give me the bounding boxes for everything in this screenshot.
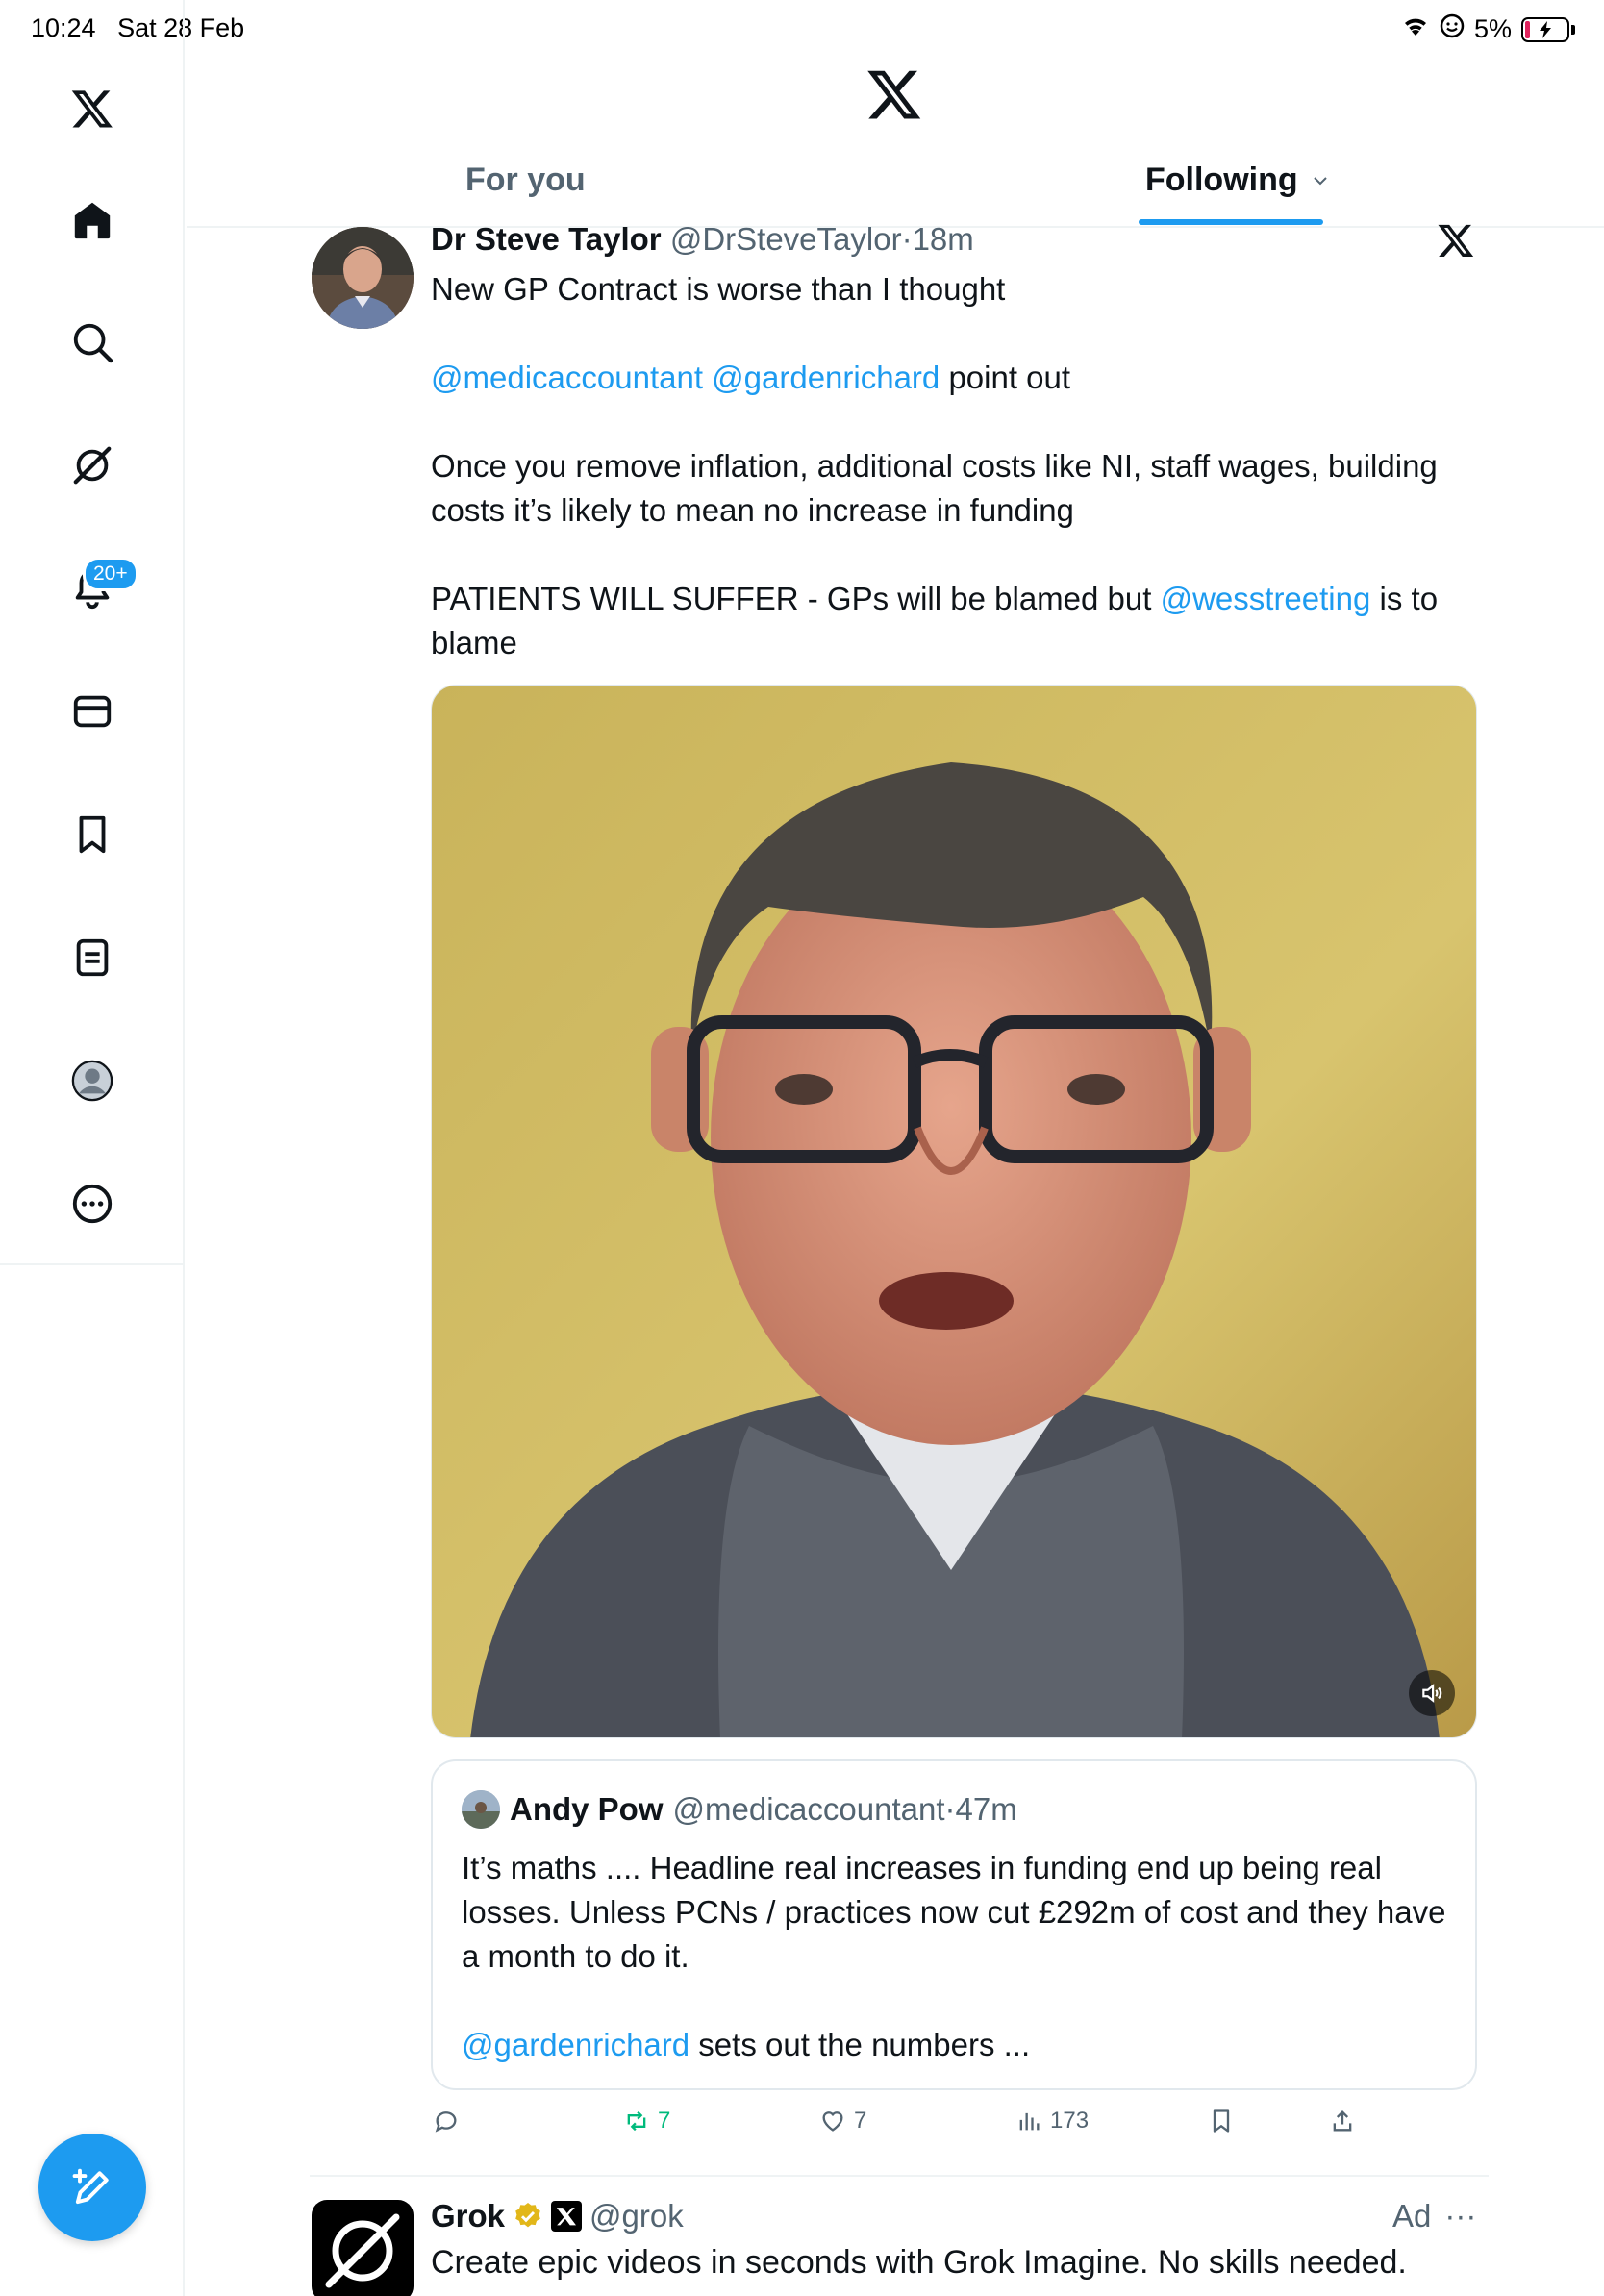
mention-link[interactable]: @medicaccountant bbox=[431, 360, 703, 395]
ad-label-group: Ad ··· bbox=[1392, 2198, 1476, 2234]
verified-badge-icon bbox=[515, 2203, 540, 2228]
quoted-author-name[interactable]: Andy Pow bbox=[510, 1791, 664, 1828]
lists-icon[interactable] bbox=[63, 929, 121, 986]
compose-icon bbox=[72, 2168, 109, 2205]
ad-author-handle[interactable]: @grok bbox=[589, 2198, 684, 2234]
compose-button[interactable] bbox=[38, 2134, 146, 2241]
author-line: Dr Steve Taylor @DrSteveTaylor·18m bbox=[431, 221, 974, 258]
share-icon bbox=[1333, 2110, 1352, 2132]
bookmarks-icon[interactable] bbox=[63, 806, 121, 863]
repost-count: 7 bbox=[658, 2108, 671, 2134]
x-grok-icon[interactable] bbox=[1437, 221, 1479, 263]
ad-author-name[interactable]: Grok bbox=[431, 2198, 505, 2234]
tweet-line: @medicaccountant @gardenrichard point ou… bbox=[431, 360, 1071, 395]
tweet-spacer bbox=[431, 312, 1489, 356]
more-icon[interactable] bbox=[63, 1175, 121, 1233]
repost-button[interactable]: 7 bbox=[623, 2108, 670, 2134]
tweet-actions: 7 7 173 bbox=[431, 2108, 1489, 2146]
ad-body: Create epic videos in seconds with Grok … bbox=[431, 2244, 1407, 2281]
heart-icon bbox=[822, 2111, 843, 2132]
views-button[interactable]: 173 bbox=[1015, 2108, 1089, 2134]
grok-icon[interactable] bbox=[63, 437, 121, 494]
wifi-icon bbox=[1401, 14, 1430, 44]
separator-dot: · bbox=[901, 221, 913, 257]
author-avatar[interactable] bbox=[312, 227, 414, 329]
tweet-line: Once you remove inflation, additional co… bbox=[431, 448, 1438, 528]
quoted-tweet-spacer bbox=[462, 1979, 1452, 2023]
profile-avatar-icon[interactable] bbox=[63, 1052, 121, 1110]
tab-following[interactable]: Following bbox=[1145, 162, 1329, 199]
volume-button[interactable] bbox=[1409, 1670, 1455, 1716]
volume-icon bbox=[1422, 1684, 1442, 1703]
battery-tip bbox=[1571, 24, 1575, 35]
x-affiliate-icon bbox=[551, 2201, 583, 2232]
bookmark-button[interactable] bbox=[1208, 2108, 1235, 2134]
more-options-icon[interactable]: ··· bbox=[1444, 2198, 1476, 2234]
quoted-tweet[interactable]: Andy Pow @medicaccountant·47m It’s maths… bbox=[431, 1759, 1477, 2090]
chevron-down-icon bbox=[1313, 176, 1327, 185]
tweet-spacer bbox=[431, 533, 1489, 577]
bookmark-icon bbox=[1213, 2109, 1230, 2133]
battery-icon bbox=[1521, 16, 1569, 42]
quoted-tweet-line: It’s maths .... Headline real increases … bbox=[462, 1850, 1446, 1974]
mention-link[interactable]: @wesstreeting bbox=[1161, 581, 1371, 616]
tweet-time[interactable]: 18m bbox=[913, 221, 974, 257]
tweet-spacer bbox=[431, 400, 1489, 444]
grok-avatar[interactable] bbox=[312, 2200, 414, 2296]
battery-percent: 5% bbox=[1473, 14, 1512, 43]
quoted-author-line: Andy Pow @medicaccountant·47m bbox=[462, 1790, 1017, 1829]
tweet-video[interactable] bbox=[431, 685, 1477, 1738]
notifications-badge: 20+ bbox=[83, 557, 138, 591]
reply-button[interactable] bbox=[433, 2108, 467, 2134]
ad-author-line: Grok @grok bbox=[431, 2198, 684, 2234]
quoted-tweet-body: It’s maths .... Headline real increases … bbox=[462, 1846, 1452, 2067]
messages-icon[interactable] bbox=[63, 683, 121, 740]
reply-icon bbox=[435, 2111, 457, 2133]
tweet-body: New GP Contract is worse than I thought … bbox=[431, 267, 1489, 665]
quoted-tweet-line: @gardenrichard sets out the numbers ... bbox=[462, 2027, 1031, 2062]
tab-for-you[interactable]: For you bbox=[465, 162, 586, 199]
quoted-author-avatar[interactable] bbox=[462, 1790, 500, 1829]
x-header-logo-icon[interactable] bbox=[865, 65, 923, 123]
ad-label: Ad bbox=[1392, 2198, 1432, 2234]
views-icon bbox=[1019, 2112, 1040, 2131]
tweet-line: New GP Contract is worse than I thought bbox=[431, 271, 1006, 307]
author-name[interactable]: Dr Steve Taylor bbox=[431, 221, 662, 257]
focus-icon bbox=[1440, 13, 1465, 45]
status-indicators: 5% bbox=[1401, 13, 1575, 45]
like-button[interactable]: 7 bbox=[819, 2108, 866, 2134]
repost-icon bbox=[627, 2110, 646, 2132]
video-frame bbox=[432, 686, 1476, 1737]
search-icon[interactable] bbox=[63, 313, 121, 371]
author-handle[interactable]: @DrSteveTaylor bbox=[670, 221, 902, 257]
views-count: 173 bbox=[1050, 2108, 1090, 2134]
tweet-divider bbox=[310, 2175, 1489, 2177]
mention-link[interactable]: @gardenrichard bbox=[712, 360, 940, 395]
mention-link[interactable]: @gardenrichard bbox=[462, 2027, 689, 2062]
tab-following-label: Following bbox=[1145, 162, 1298, 198]
x-logo-icon[interactable] bbox=[63, 80, 121, 137]
like-count: 7 bbox=[854, 2108, 867, 2134]
home-icon[interactable] bbox=[63, 191, 121, 249]
tweet-line: PATIENTS WILL SUFFER - GPs will be blame… bbox=[431, 581, 1439, 661]
quoted-author-handle[interactable]: @medicaccountant·47m bbox=[673, 1791, 1017, 1828]
active-tab-indicator bbox=[1139, 219, 1323, 225]
share-button[interactable] bbox=[1329, 2108, 1356, 2134]
